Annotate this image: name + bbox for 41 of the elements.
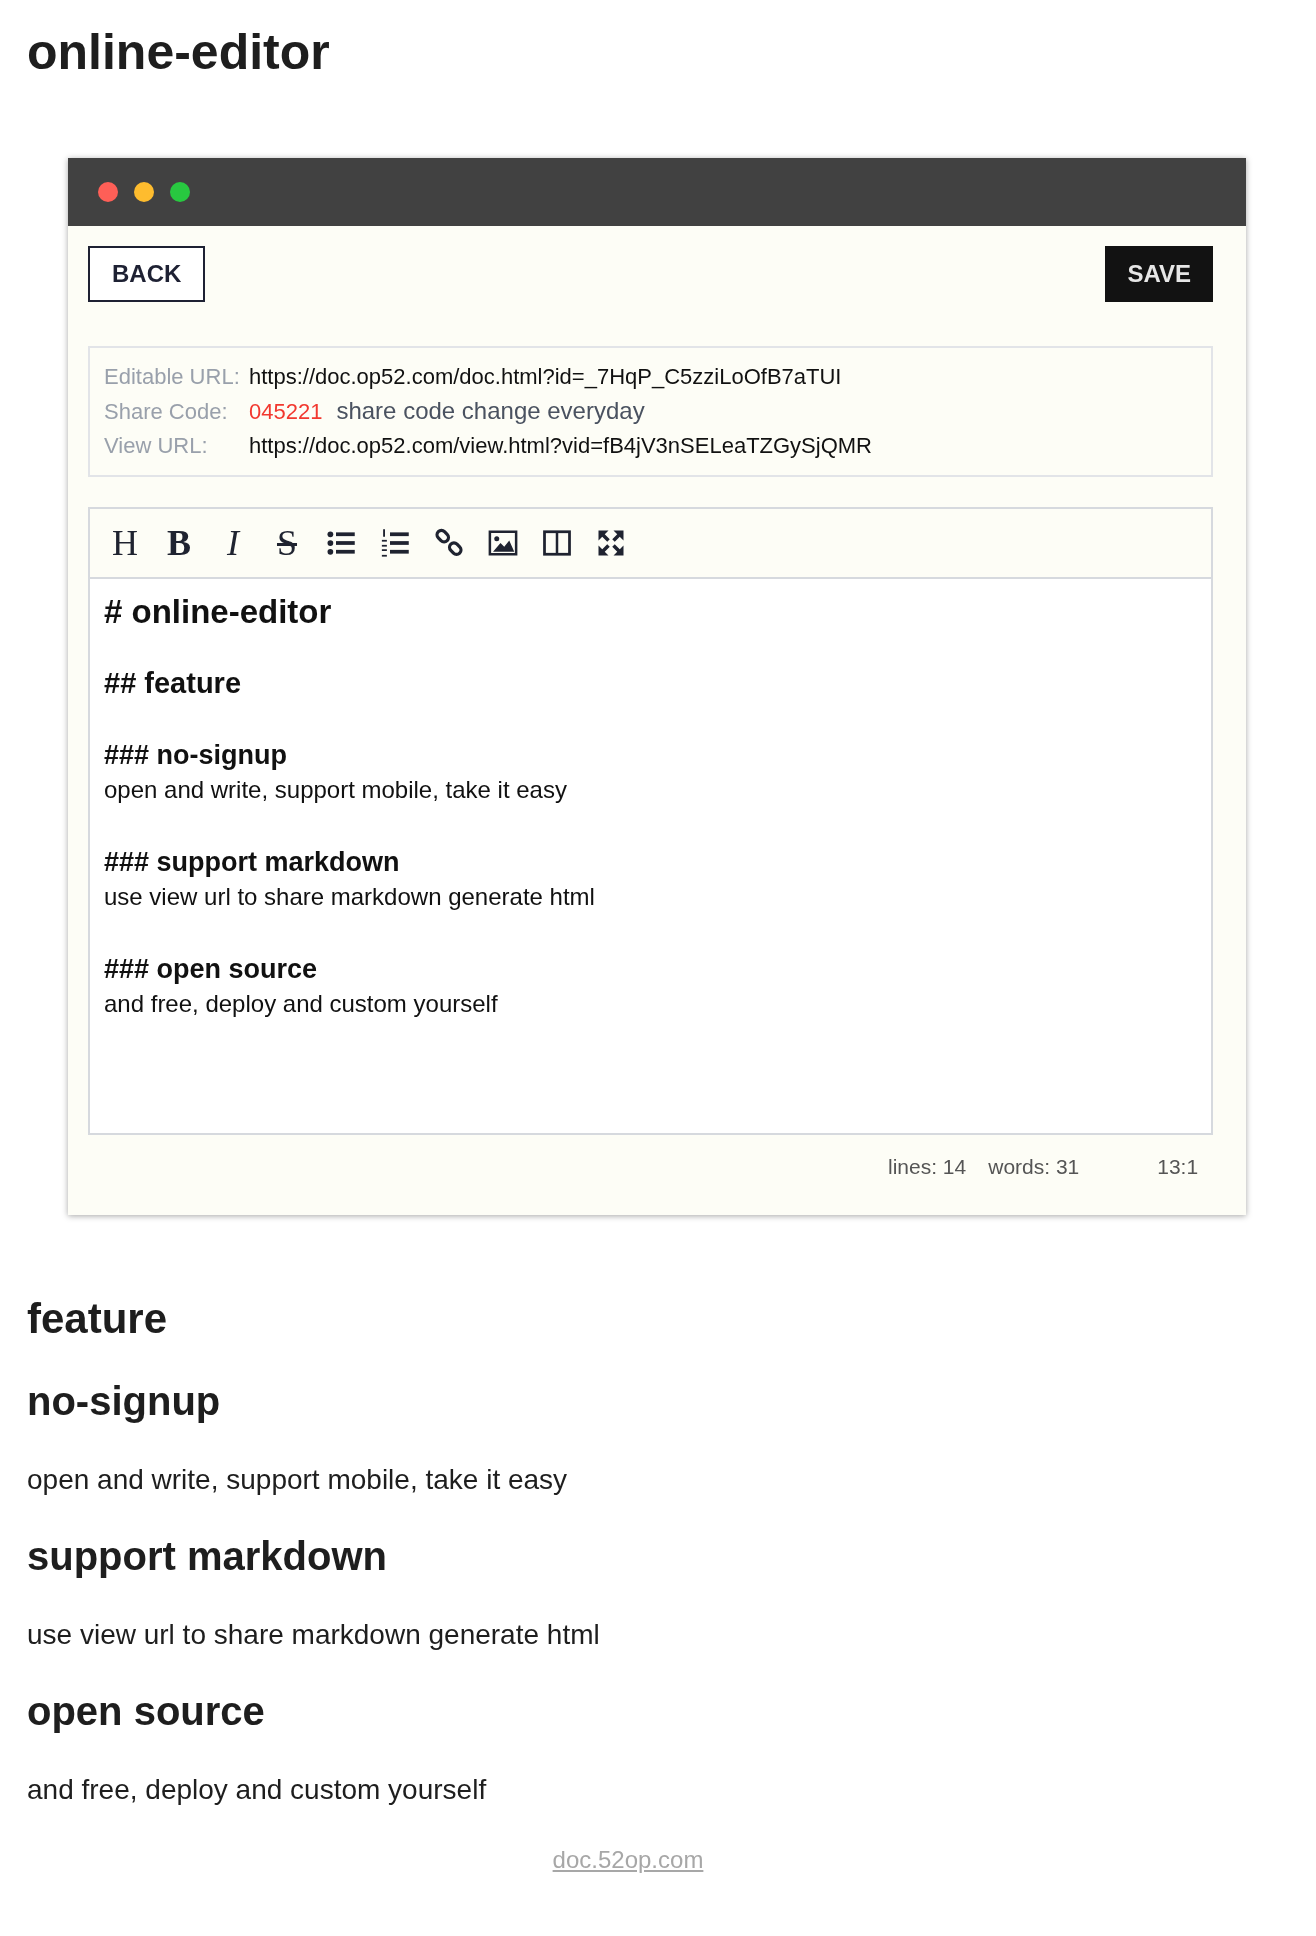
editor-line: and free, deploy and custom yourself	[104, 989, 499, 1019]
info-label: View URL:	[104, 432, 209, 460]
info-label: Editable URL:	[104, 363, 241, 391]
image-icon[interactable]	[488, 528, 518, 558]
editor-line: # online-editor	[104, 593, 333, 631]
numbered-list-icon[interactable]	[380, 528, 410, 558]
bullet-list-icon[interactable]	[326, 528, 356, 558]
preview-heading: feature	[27, 1295, 169, 1343]
fullscreen-icon[interactable]	[596, 528, 626, 558]
editor-line: ### open source	[104, 954, 319, 985]
preview-heading: support markdown	[27, 1534, 389, 1579]
preview-paragraph: use view url to share markdown generate html	[27, 1619, 601, 1651]
editor-line: use view url to share markdown generate html	[104, 882, 596, 912]
editor-line: open and write, support mobile, take it easy	[104, 775, 568, 805]
preview-heading: open source	[27, 1689, 266, 1734]
preview-heading: no-signup	[27, 1379, 222, 1424]
preview-paragraph: and free, deploy and custom yourself	[27, 1774, 488, 1806]
line-count: lines: 14	[888, 1155, 967, 1180]
url-text: https://doc.op52.com/doc.html?id=_7HqP_C5zziLoOfB7aTUI	[249, 363, 842, 391]
italic-tool-icon[interactable]: I	[218, 525, 248, 561]
share-code: 045221	[249, 398, 323, 426]
strikethrough-tool-icon[interactable]: S	[272, 525, 302, 561]
save-button[interactable]: SAVE	[1105, 246, 1213, 302]
zoom-dot-icon[interactable]	[170, 182, 190, 202]
back-button[interactable]: BACK	[88, 246, 206, 302]
close-dot-icon[interactable]	[98, 182, 118, 202]
editor-line: ### support markdown	[104, 847, 401, 878]
editor-line: ## feature	[104, 667, 242, 700]
editor-line: ### no-signup	[104, 740, 288, 771]
url-text: https://doc.op52.com/view.html?vid=fB4jV3nSELeaTZGySjQMR	[249, 432, 872, 460]
heading-tool-icon[interactable]: H	[110, 525, 140, 561]
page-title: online-editor	[27, 23, 331, 82]
cursor-position: 13:1	[1157, 1155, 1199, 1180]
minimize-dot-icon[interactable]	[134, 182, 154, 202]
share-code-note: share code change everyday	[336, 396, 645, 426]
preview-paragraph: open and write, support mobile, take it easy	[27, 1464, 569, 1496]
bold-tool-icon[interactable]: B	[164, 525, 194, 561]
columns-icon[interactable]	[542, 528, 572, 558]
info-label: Share Code:	[104, 398, 229, 426]
word-count: words: 31	[988, 1155, 1080, 1180]
link-icon[interactable]	[434, 528, 464, 558]
